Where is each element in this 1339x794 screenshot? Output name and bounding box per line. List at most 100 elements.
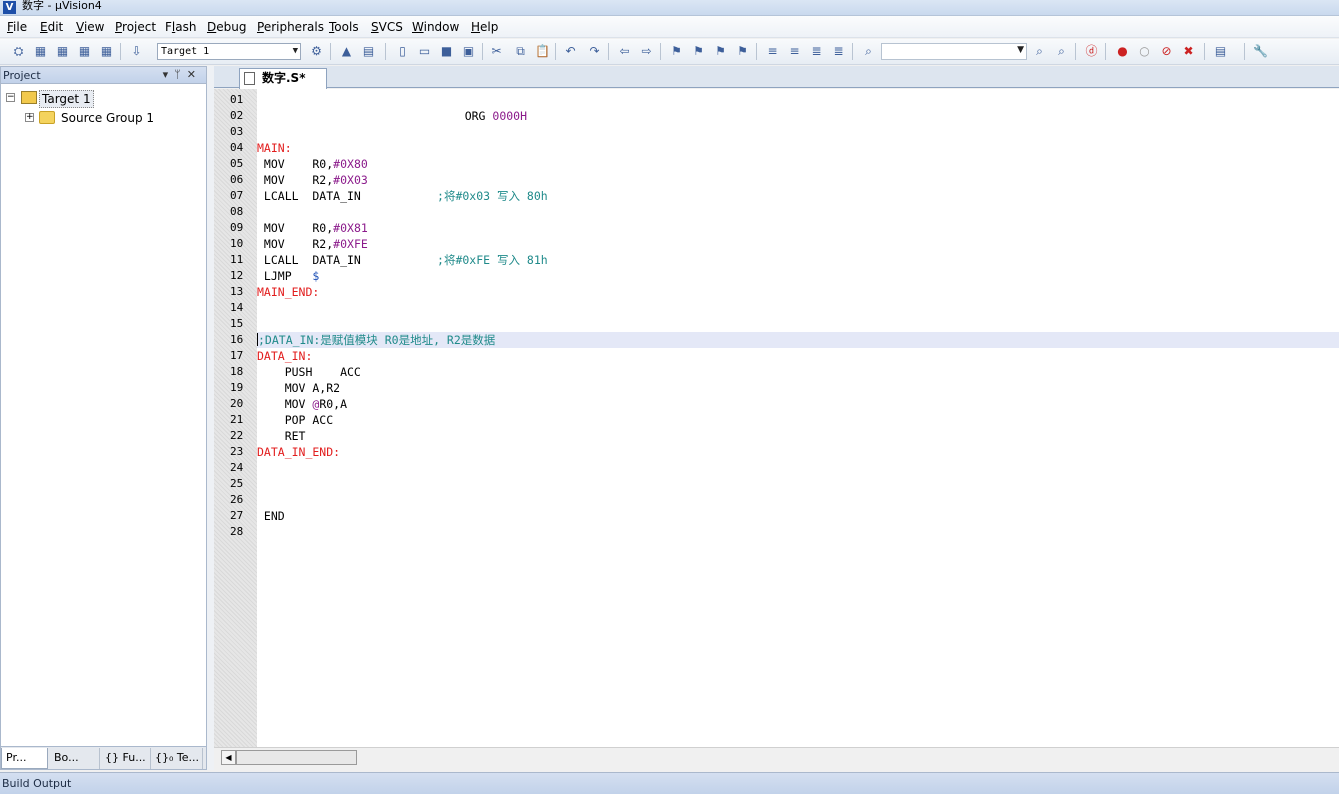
save-all-icon[interactable]: ▣: [460, 43, 477, 60]
stop-build-icon[interactable]: ▦: [98, 43, 115, 60]
code-line[interactable]: LCALL DATA_IN ;将#0x03 写入 80h: [257, 188, 1339, 204]
cut-icon[interactable]: ✂: [488, 43, 505, 60]
translate-icon[interactable]: ⛭: [10, 43, 27, 60]
code-line[interactable]: MOV R0,#0X81: [257, 220, 1339, 236]
copy-icon[interactable]: ⧉: [512, 43, 529, 60]
configure-icon[interactable]: 🔧: [1252, 43, 1269, 60]
tab-functions[interactable]: {} Fu...: [101, 748, 151, 769]
target-options-icon[interactable]: ⚙: [308, 43, 325, 60]
code-line[interactable]: MOV R2,#0X03: [257, 172, 1339, 188]
code-line[interactable]: MOV R0,#0X80: [257, 156, 1339, 172]
menu-flash[interactable]: Flash: [165, 20, 196, 34]
panel-splitter[interactable]: [207, 66, 214, 770]
menu-debug[interactable]: Debug: [207, 20, 246, 34]
collapse-toggle-icon[interactable]: −: [6, 93, 15, 102]
chevron-down-icon[interactable]: ▼: [293, 44, 298, 59]
code-line[interactable]: [257, 476, 1339, 492]
close-icon[interactable]: ✕: [187, 68, 202, 81]
indent-icon[interactable]: ≡: [764, 43, 781, 60]
line-number-gutter: 01 02 03 04 05 06 07 08 09 10 11 12 13 14 15 16 17 18 19 20…: [214, 89, 257, 747]
build-icon[interactable]: ▦: [32, 43, 49, 60]
tab-books[interactable]: Bo...: [50, 748, 100, 769]
find-icon[interactable]: ⌕: [1031, 43, 1048, 60]
find-in-files-icon[interactable]: ⌕: [860, 43, 877, 60]
code-line[interactable]: POP ACC: [257, 412, 1339, 428]
code-line[interactable]: MOV @R0,A: [257, 396, 1339, 412]
clear-breakpoints-icon[interactable]: ✖: [1180, 43, 1197, 60]
code-line[interactable]: LCALL DATA_IN ;将#0xFE 写入 81h: [257, 252, 1339, 268]
code-line[interactable]: [257, 124, 1339, 140]
code-line[interactable]: DATA_IN:: [257, 348, 1339, 364]
select-packs-icon[interactable]: ▤: [360, 43, 377, 60]
chevron-down-icon[interactable]: ▼: [1017, 45, 1024, 55]
nav-back-icon[interactable]: ⇦: [616, 43, 633, 60]
code-line[interactable]: [257, 92, 1339, 108]
unindent-icon[interactable]: ≡: [786, 43, 803, 60]
kill-breakpoints-icon[interactable]: ⊘: [1158, 43, 1175, 60]
paste-icon[interactable]: 📋: [534, 43, 551, 60]
code-line[interactable]: [257, 300, 1339, 316]
code-line[interactable]: RET: [257, 428, 1339, 444]
code-line[interactable]: [257, 204, 1339, 220]
panel-dropdown-icon[interactable]: ▾: [163, 68, 175, 81]
bookmark-prev-icon[interactable]: ⚑: [690, 43, 707, 60]
code-line[interactable]: PUSH ACC: [257, 364, 1339, 380]
bookmark-clear-icon[interactable]: ⚑: [734, 43, 751, 60]
bookmark-next-icon[interactable]: ⚑: [712, 43, 729, 60]
code-line[interactable]: MAIN_END:: [257, 284, 1339, 300]
menu-peripherals[interactable]: Peripherals: [257, 20, 324, 34]
menu-view[interactable]: View: [76, 20, 104, 34]
code-line[interactable]: MOV R2,#0XFE: [257, 236, 1339, 252]
code-line[interactable]: END: [257, 508, 1339, 524]
download-icon[interactable]: ⇩: [128, 43, 145, 60]
incremental-find-icon[interactable]: ⌕: [1053, 43, 1070, 60]
window-layout-icon[interactable]: ▤: [1212, 43, 1229, 60]
disable-breakpoint-icon[interactable]: ○: [1136, 43, 1153, 60]
menu-project[interactable]: Project: [115, 20, 156, 34]
expand-toggle-icon[interactable]: +: [25, 113, 34, 122]
code-line[interactable]: MOV A,R2: [257, 380, 1339, 396]
code-line[interactable]: LJMP $: [257, 268, 1339, 284]
menu-edit[interactable]: Edit: [40, 20, 63, 34]
code-line[interactable]: [257, 460, 1339, 476]
menu-file[interactable]: File: [7, 20, 27, 34]
redo-icon[interactable]: ↷: [586, 43, 603, 60]
new-file-icon[interactable]: ▯: [394, 43, 411, 60]
menu-window[interactable]: Window: [412, 20, 459, 34]
open-file-icon[interactable]: ▭: [416, 43, 433, 60]
tree-item-source-group[interactable]: + Source Group 1: [1, 109, 201, 127]
tab-project[interactable]: Pr...: [1, 748, 48, 769]
tab-source-file[interactable]: 数字.S*: [239, 68, 327, 89]
line-number: 28: [230, 525, 244, 538]
manage-components-icon[interactable]: ▲: [338, 43, 355, 60]
tab-templates[interactable]: {}₀ Te...: [151, 748, 203, 769]
batch-build-icon[interactable]: ▦: [76, 43, 93, 60]
horizontal-scrollbar[interactable]: ◀: [214, 747, 1339, 767]
insert-breakpoint-icon[interactable]: ●: [1114, 43, 1131, 60]
code-line[interactable]: DATA_IN_END:: [257, 444, 1339, 460]
pin-icon[interactable]: ᛘ: [174, 68, 187, 81]
undo-icon[interactable]: ↶: [562, 43, 579, 60]
rebuild-icon[interactable]: ▦: [54, 43, 71, 60]
scroll-left-icon[interactable]: ◀: [221, 750, 236, 765]
bookmark-toggle-icon[interactable]: ⚑: [668, 43, 685, 60]
menu-tools[interactable]: Tools: [329, 20, 359, 34]
debug-session-icon[interactable]: ⓓ: [1083, 43, 1100, 60]
target-select[interactable]: Target 1 ▼: [157, 43, 301, 60]
uncomment-icon[interactable]: ≣: [830, 43, 847, 60]
nav-forward-icon[interactable]: ⇨: [638, 43, 655, 60]
tree-item-target[interactable]: − Target 1: [1, 89, 201, 108]
scrollbar-thumb[interactable]: [236, 750, 357, 765]
code-line[interactable]: [257, 524, 1339, 540]
code-line[interactable]: ORG 0000H: [257, 108, 1339, 124]
menu-help[interactable]: Help: [471, 20, 498, 34]
comment-icon[interactable]: ≣: [808, 43, 825, 60]
save-icon[interactable]: ■: [438, 43, 455, 60]
menu-svcs[interactable]: SVCS: [371, 20, 403, 34]
code-line[interactable]: ;DATA_IN:是赋值模块 R0是地址, R2是数据: [257, 332, 1339, 348]
code-editor[interactable]: 01 02 03 04 05 06 07 08 09 10 11 12 13 14 15 16 17 18 19 20…: [214, 89, 1339, 747]
code-line[interactable]: MAIN:: [257, 140, 1339, 156]
find-combo[interactable]: ▼: [881, 43, 1027, 60]
code-line[interactable]: [257, 492, 1339, 508]
code-line[interactable]: [257, 316, 1339, 332]
